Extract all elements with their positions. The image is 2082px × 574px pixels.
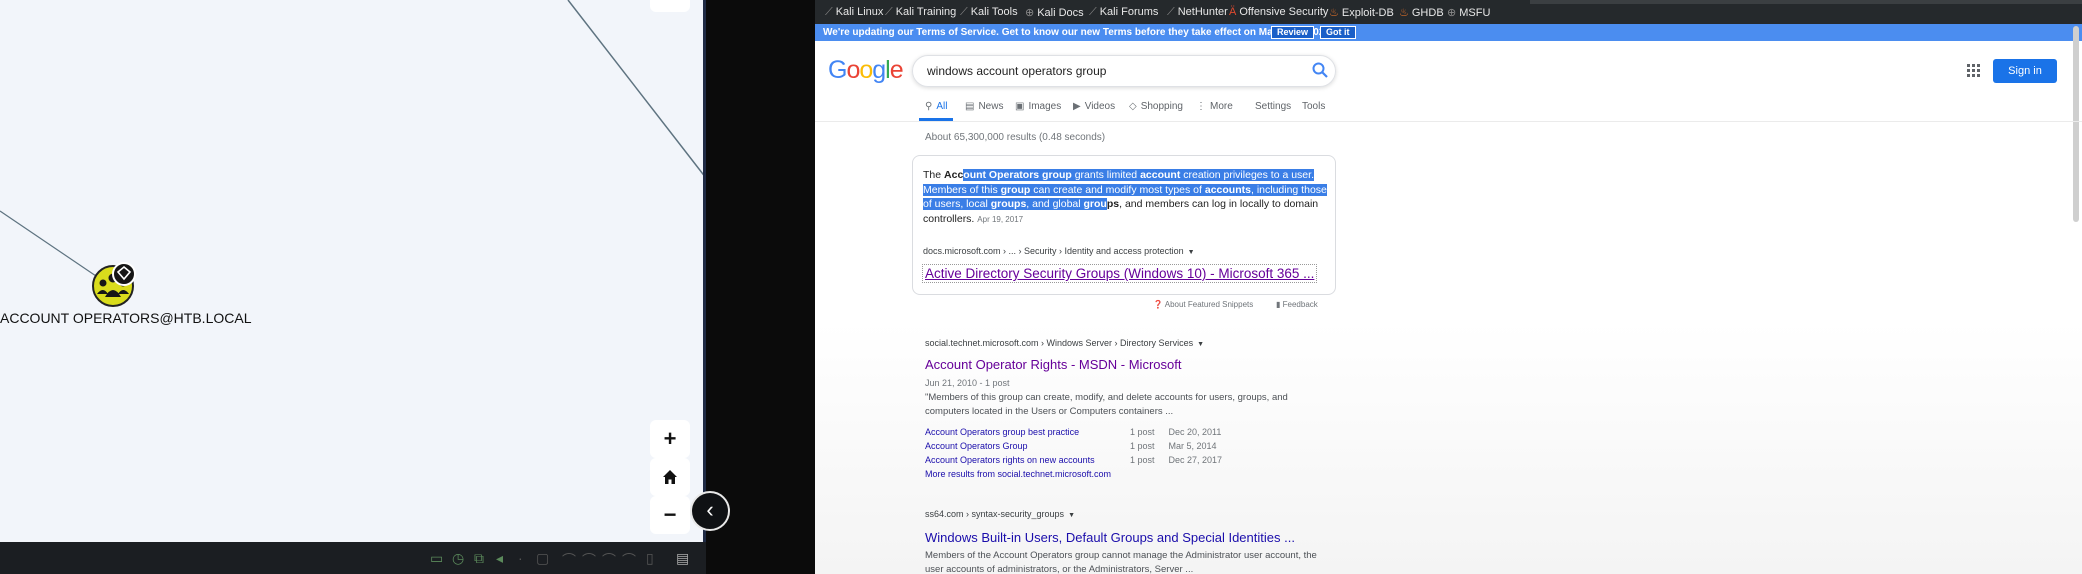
terms-text: We're updating our Terms of Service. Get… bbox=[823, 27, 1333, 38]
featured-snippet: The Account Operators group grants limit… bbox=[912, 155, 1336, 295]
ghdb-icon: ♨ bbox=[1399, 7, 1409, 19]
home-button[interactable] bbox=[650, 458, 690, 496]
search-icon: ⚲ bbox=[925, 101, 933, 112]
snippet-link[interactable]: Active Directory Security Groups (Window… bbox=[922, 264, 1318, 283]
browser-window: ⟋ Kali Linux ⟋ Kali Training ⟋ Kali Tools ⊕… bbox=[815, 0, 2082, 574]
toolbar-icon[interactable]: ▢ bbox=[536, 550, 549, 567]
tab-images[interactable]: ▣ Images bbox=[1015, 101, 1061, 112]
dropdown-icon: ▼ bbox=[1187, 249, 1195, 256]
kali-icon: ⟋ bbox=[885, 6, 893, 18]
apps-grid-icon[interactable] bbox=[1967, 64, 1981, 78]
graph-canvas[interactable]: ACCOUNT OPERATORS@HTB.LOCAL + − bbox=[0, 0, 706, 542]
network-icon[interactable]: ⧉ bbox=[474, 550, 484, 567]
zoom-out-button[interactable]: − bbox=[650, 496, 690, 534]
result-snippet: "Members of this group can create, modif… bbox=[925, 392, 1288, 417]
tab-tools[interactable]: Tools bbox=[1302, 101, 1325, 112]
scrollbar-thumb[interactable] bbox=[2073, 26, 2079, 222]
divider bbox=[815, 121, 2082, 122]
window-strip bbox=[1530, 0, 2082, 4]
bookmark-ghdb[interactable]: ♨ GHDB bbox=[1399, 6, 1444, 19]
result-cite: ss64.com › syntax-security_groups ▼ bbox=[925, 509, 1075, 519]
tab-all[interactable]: ⚲ All bbox=[925, 101, 947, 112]
bookmark-msfu[interactable]: ⊕ MSFU bbox=[1447, 6, 1490, 19]
toolbar-icon[interactable]: ⌒ bbox=[582, 550, 596, 570]
terms-banner: We're updating our Terms of Service. Get… bbox=[815, 24, 2082, 41]
review-button[interactable]: Review bbox=[1271, 26, 1315, 39]
result-snippet: Members of the Account Operators group c… bbox=[925, 550, 1317, 574]
about-featured-snippets[interactable]: ❓ About Featured Snippets bbox=[1153, 300, 1253, 309]
graph-toolbar bbox=[0, 542, 706, 574]
tab-videos[interactable]: ▶ Videos bbox=[1073, 101, 1115, 112]
search-box[interactable] bbox=[912, 55, 1336, 87]
graph-control-top[interactable] bbox=[650, 0, 690, 12]
sublink-row[interactable]: Account Operators group best practice 1 p… bbox=[925, 427, 1221, 437]
tab-news[interactable]: ▤ News bbox=[965, 101, 1003, 112]
result-meta: Jun 21, 2010 - 1 post bbox=[925, 378, 1010, 388]
bookmark-kali-linux[interactable]: ⟋ Kali Linux bbox=[825, 6, 883, 19]
node-label: ACCOUNT OPERATORS@HTB.LOCAL bbox=[0, 310, 252, 326]
globe-icon: ⊕ bbox=[1447, 7, 1457, 19]
sublink-row[interactable]: Account Operators rights on new accounts… bbox=[925, 455, 1222, 465]
bookmark-offensive-security[interactable]: Ä Offensive Security bbox=[1229, 6, 1328, 18]
got-it-button[interactable]: Got it bbox=[1320, 26, 1356, 39]
kali-icon: ⟋ bbox=[1089, 6, 1097, 18]
tab-settings[interactable]: Settings bbox=[1255, 101, 1291, 112]
snippet-cite: docs.microsoft.com › ... › Security › Id… bbox=[923, 246, 1195, 256]
search-icon[interactable] bbox=[1311, 61, 1331, 81]
feedback-icon: ▮ bbox=[1276, 300, 1281, 309]
dropdown-icon: ▼ bbox=[1068, 512, 1075, 519]
bookmark-kali-training[interactable]: ⟋ Kali Training bbox=[885, 6, 956, 19]
tab-shopping[interactable]: ◇ Shopping bbox=[1129, 101, 1183, 112]
toolbar-icon[interactable]: · bbox=[518, 550, 523, 566]
toolbar-icon[interactable]: ▯ bbox=[646, 550, 654, 567]
bookmark-kali-forums[interactable]: ⟋ Kali Forums bbox=[1089, 6, 1158, 19]
toolbar-icon[interactable]: ⌒ bbox=[622, 550, 636, 570]
collapse-panel-button[interactable]: ‹ bbox=[690, 491, 730, 531]
sound-icon[interactable]: ◂ bbox=[496, 550, 503, 567]
toolbar-icon[interactable]: ⌒ bbox=[562, 550, 576, 570]
news-icon: ▤ bbox=[965, 101, 975, 112]
kali-icon: ⟋ bbox=[960, 6, 968, 18]
toolbar-icon[interactable]: ▭ bbox=[430, 550, 443, 567]
zoom-in-button[interactable]: + bbox=[650, 420, 690, 458]
snippet-date: Apr 19, 2017 bbox=[977, 214, 1024, 224]
bookmark-exploit-db[interactable]: ♨ Exploit-DB bbox=[1329, 6, 1394, 19]
result-stats: About 65,300,000 results (0.48 seconds) bbox=[925, 132, 1106, 143]
tab-more[interactable]: ⋮ More bbox=[1196, 101, 1233, 112]
graph-edge bbox=[567, 0, 703, 176]
diamond-badge-icon bbox=[112, 262, 136, 286]
search-input[interactable] bbox=[925, 63, 1285, 79]
result-cite: social.technet.microsoft.com › Windows S… bbox=[925, 338, 1205, 348]
globe-icon: ⊕ bbox=[1025, 7, 1035, 19]
images-icon: ▣ bbox=[1015, 101, 1025, 112]
more-results-link[interactable]: More results from social.technet.microso… bbox=[925, 469, 1111, 479]
clock-icon[interactable]: ◷ bbox=[452, 550, 464, 567]
videos-icon: ▶ bbox=[1073, 101, 1081, 112]
shopping-icon: ◇ bbox=[1129, 101, 1137, 112]
sublink-row[interactable]: Account Operators Group 1 post Mar 5, 201… bbox=[925, 441, 1217, 451]
bookmark-kali-tools[interactable]: ⟋ Kali Tools bbox=[960, 6, 1018, 19]
sign-in-button[interactable]: Sign in bbox=[1993, 59, 2057, 83]
google-logo[interactable]: Google bbox=[828, 56, 904, 85]
help-icon: ❓ bbox=[1153, 300, 1163, 309]
kali-icon: ⟋ bbox=[1167, 6, 1175, 18]
kali-icon: ⟋ bbox=[825, 6, 833, 18]
offsec-icon: Ä bbox=[1229, 6, 1237, 18]
bookmark-kali-docs[interactable]: ⊕ Kali Docs bbox=[1025, 6, 1084, 19]
snippet-text[interactable]: The Account Operators group grants limit… bbox=[923, 168, 1327, 227]
more-icon: ⋮ bbox=[1196, 101, 1206, 112]
graph-edge bbox=[0, 210, 97, 277]
bookmark-nethunter[interactable]: ⟋ NetHunter bbox=[1167, 6, 1228, 19]
result-title[interactable]: Windows Built-in Users, Default Groups a… bbox=[925, 530, 1295, 545]
dropdown-icon: ▼ bbox=[1197, 341, 1205, 348]
toolbar-icon[interactable]: ⌒ bbox=[602, 550, 616, 570]
result-title[interactable]: Account Operator Rights - MSDN - Microso… bbox=[925, 357, 1181, 372]
home-icon bbox=[663, 470, 677, 484]
feedback-link[interactable]: ▮ Feedback bbox=[1276, 300, 1318, 309]
exploitdb-icon: ♨ bbox=[1329, 7, 1339, 19]
notes-icon[interactable]: ▤ bbox=[676, 550, 689, 567]
